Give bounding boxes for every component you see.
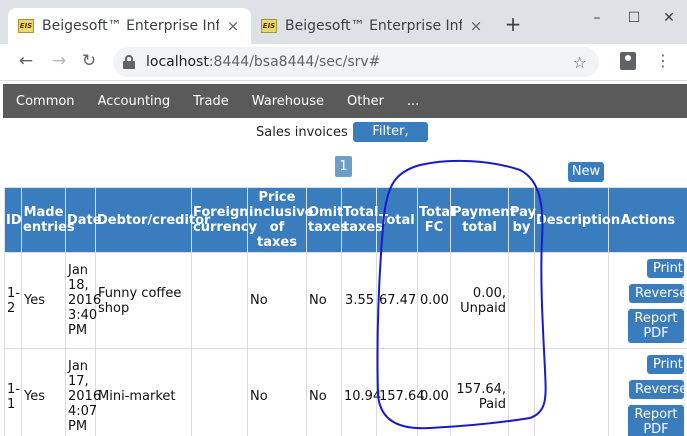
url-omnibox[interactable]: localhost:8444/bsa8444/sec/srv# ☆ — [113, 47, 599, 77]
cell-total-taxes: 10.94 — [341, 348, 381, 436]
report-pdf-button[interactable]: Report PDF — [628, 404, 684, 436]
page-header: Sales invoices Filter, order — [0, 122, 687, 159]
eis-favicon-icon: EIS — [261, 19, 277, 33]
cell-foreign-currency — [191, 252, 248, 349]
table-row: 1-2 Yes Jan 18, 2016 3:40 PM Funny coffe… — [4, 252, 687, 349]
cell-debtor: Funny coffee shop — [95, 252, 192, 349]
cell-id: 1-2 — [4, 252, 22, 349]
cell-total: 157.64 — [376, 348, 425, 436]
nav-trade[interactable]: Trade — [183, 94, 239, 109]
table-row: 1-1 Yes Jan 17, 2016 4:07 PM Mini-market… — [4, 348, 687, 436]
col-omit-taxes: Omit taxes — [306, 187, 348, 253]
app-nav-bar: Common Accounting Trade Warehouse Other … — [3, 84, 687, 118]
cell-description — [534, 348, 609, 436]
cell-actions: Print Reverse Report PDF — [608, 252, 687, 349]
close-tab-icon[interactable]: × — [225, 17, 241, 35]
col-actions: Actions — [608, 187, 687, 253]
col-description: Description — [534, 187, 620, 253]
cell-price-inclusive: No — [247, 252, 307, 349]
address-bar: ← → ↻ localhost:8444/bsa8444/sec/srv# ☆ … — [0, 44, 687, 81]
eis-favicon-icon: EIS — [18, 19, 34, 33]
minimize-icon[interactable]: – — [587, 10, 607, 26]
cell-id: 1-1 — [4, 348, 22, 436]
new-tab-icon[interactable]: + — [503, 14, 523, 34]
close-tab-icon[interactable]: × — [468, 17, 484, 35]
report-pdf-button[interactable]: Report PDF — [628, 308, 684, 343]
print-button[interactable]: Print — [647, 258, 684, 278]
cell-total-fc: 0.00 — [417, 252, 451, 349]
browser-tab-active[interactable]: EIS Beigesoft™ Enterprise Info × — [8, 8, 251, 44]
cell-foreign-currency — [191, 348, 248, 436]
url-path: :8444/bsa8444/sec/srv# — [208, 54, 381, 70]
col-pay-by: Pay by — [508, 187, 536, 253]
col-total: Total — [376, 187, 418, 253]
page-title: Sales invoices — [256, 125, 348, 140]
forward-arrow-icon[interactable]: → — [48, 51, 70, 71]
new-invoice-button[interactable]: New — [568, 162, 604, 182]
maximize-icon[interactable]: ☐ — [624, 10, 644, 26]
window-close-icon[interactable]: ✕ — [659, 10, 679, 26]
tab-title: Beigesoft™ Enterprise Info — [42, 18, 219, 34]
browser-tab-inactive[interactable]: EIS Beigesoft™ Enterprise Info × — [251, 8, 494, 44]
col-debtor-creditor: Debtor/creditor — [95, 187, 210, 253]
lock-icon[interactable] — [123, 55, 135, 69]
bookmark-star-icon[interactable]: ☆ — [573, 53, 587, 72]
cell-date: Jan 18, 2016 3:40 PM — [65, 252, 101, 349]
browser-menu-icon[interactable]: ⋮ — [655, 49, 671, 73]
cell-date: Jan 17, 2016 4:07 PM — [65, 348, 101, 436]
cell-payment-total: 157.64, Paid — [450, 348, 509, 436]
cell-debtor: Mini-market — [95, 348, 192, 436]
pagination-page-1[interactable]: 1 — [335, 156, 352, 177]
tab-title: Beigesoft™ Enterprise Info — [285, 18, 462, 34]
cell-actions: Print Reverse Report PDF — [608, 348, 687, 436]
sales-invoices-table: ID Made entries Date Debtor/creditor For… — [4, 187, 687, 436]
nav-other[interactable]: Other — [337, 94, 394, 109]
reverse-button[interactable]: Reverse — [629, 283, 687, 303]
col-payment-total: Payment total — [450, 187, 516, 253]
url-host: localhost — [146, 54, 209, 70]
reload-icon[interactable]: ↻ — [78, 51, 100, 71]
col-total-fc: Total FC — [417, 187, 455, 253]
cell-omit-taxes: No — [306, 348, 342, 436]
table-header-row: ID Made entries Date Debtor/creditor For… — [4, 187, 687, 253]
reverse-button[interactable]: Reverse — [629, 379, 687, 399]
cell-total: 67.47 — [376, 252, 418, 349]
cell-description — [534, 252, 609, 349]
cell-made-entries: Yes — [21, 348, 66, 436]
nav-more[interactable]: ... — [397, 94, 429, 109]
cell-omit-taxes: No — [306, 252, 342, 349]
back-arrow-icon[interactable]: ← — [15, 51, 37, 71]
col-id: ID — [4, 187, 22, 253]
cell-total-fc: 0.00 — [417, 348, 451, 436]
nav-warehouse[interactable]: Warehouse — [242, 94, 334, 109]
nav-common[interactable]: Common — [6, 94, 85, 109]
cell-price-inclusive: No — [247, 348, 307, 436]
cell-made-entries: Yes — [21, 252, 66, 349]
profile-badge-icon[interactable] — [620, 52, 636, 70]
cell-total-taxes: 3.55 — [341, 252, 377, 349]
cell-pay-by — [508, 348, 535, 436]
col-total-taxes: Total taxes — [341, 187, 383, 253]
col-foreign-currency: Foreign currency — [191, 187, 257, 253]
cell-pay-by — [508, 252, 535, 349]
browser-tab-bar: EIS Beigesoft™ Enterprise Info × EIS Bei… — [0, 0, 687, 44]
print-button[interactable]: Print — [647, 354, 684, 374]
col-made-entries: Made entries — [21, 187, 75, 253]
col-date: Date — [65, 187, 102, 253]
nav-accounting[interactable]: Accounting — [88, 94, 181, 109]
filter-order-button[interactable]: Filter, order — [353, 122, 428, 159]
cell-payment-total: 0.00, Unpaid — [450, 252, 509, 349]
